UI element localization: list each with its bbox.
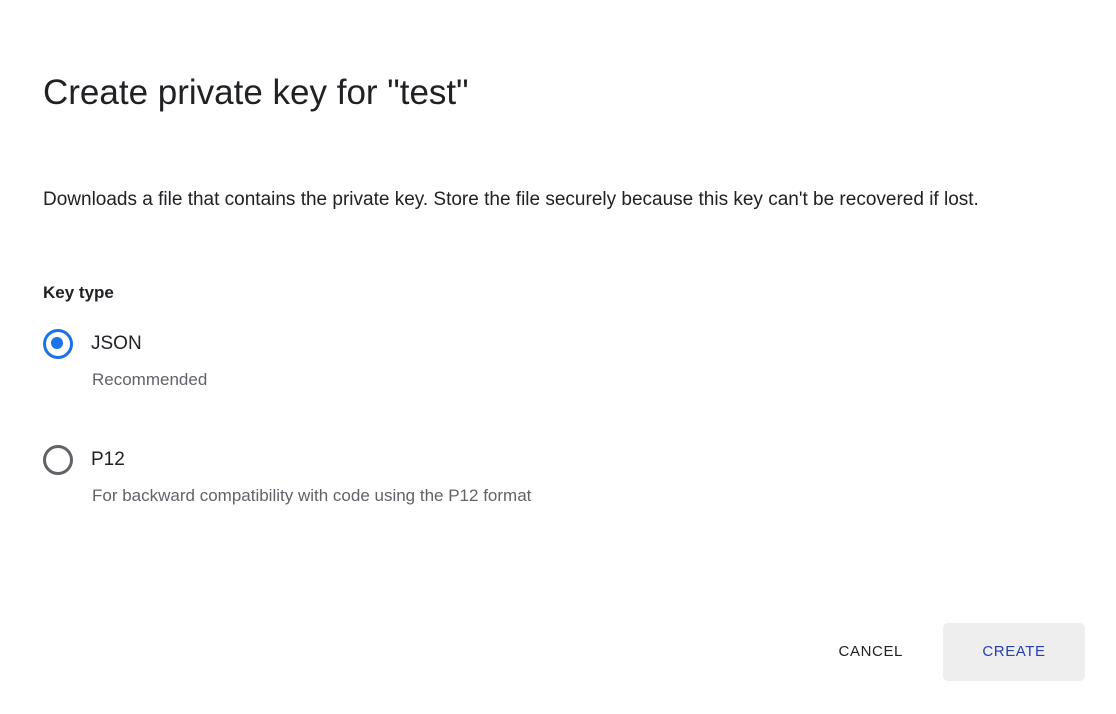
radio-option-p12-sublabel: For backward compatibility with code usi… — [92, 486, 532, 505]
key-type-radio-group: JSON Recommended P12 For backward compat… — [43, 326, 1003, 508]
radio-option-json[interactable]: JSON Recommended — [43, 326, 1003, 391]
dialog-action-bar: CANCEL CREATE — [823, 623, 1085, 681]
radio-option-p12-label[interactable]: P12 — [91, 448, 125, 472]
cancel-button[interactable]: CANCEL — [823, 632, 919, 672]
radio-option-p12[interactable]: P12 For backward compatibility with code… — [43, 442, 1003, 507]
dialog-title: Create private key for "test" — [43, 73, 469, 113]
radio-option-json-label[interactable]: JSON — [91, 332, 142, 356]
radio-json-icon[interactable] — [42, 328, 74, 360]
radio-option-json-sublabel: Recommended — [92, 370, 208, 389]
radio-ring-icon — [43, 445, 73, 475]
create-private-key-dialog: Create private key for "test" Downloads … — [0, 0, 1116, 714]
radio-p12-icon[interactable] — [42, 444, 74, 476]
create-button[interactable]: CREATE — [943, 623, 1085, 681]
dialog-description: Downloads a file that contains the priva… — [43, 189, 979, 210]
radio-dot-icon — [51, 337, 63, 349]
key-type-label: Key type — [43, 283, 114, 302]
